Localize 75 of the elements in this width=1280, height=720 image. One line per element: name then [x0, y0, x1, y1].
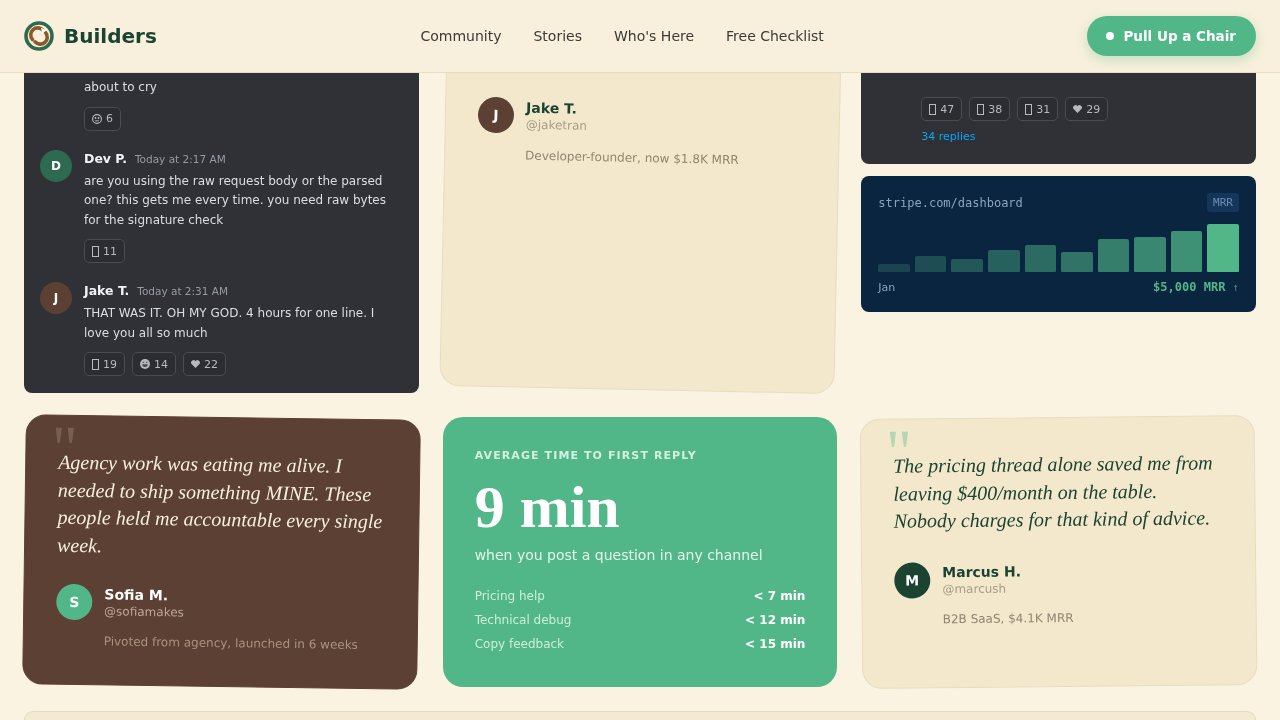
face-icon [92, 113, 102, 124]
stat-heading: AVERAGE TIME TO FIRST REPLY [474, 448, 697, 464]
message-time: Today at 2:31 AM [137, 284, 229, 299]
reaction-button[interactable]: 29 [1065, 97, 1109, 121]
stat-label: Copy feedback [474, 637, 565, 651]
quote-text: Agency work was eating me alive. I needed to ship something MINE. These people held me accountable every single week. [56, 449, 384, 558]
message-text: about to cry [84, 79, 157, 96]
rectangle-icon [977, 103, 985, 115]
stat-label: Technical debug [474, 613, 572, 627]
logo-icon [24, 21, 54, 51]
chart-bar [1170, 231, 1203, 272]
chart-bar [1097, 239, 1130, 272]
dot-icon [1106, 32, 1115, 40]
metric-badge: MRR [1207, 193, 1239, 212]
avatar: J [40, 282, 72, 314]
axis-label: Jan [878, 280, 896, 294]
nav-link[interactable]: Stories [533, 28, 582, 44]
message-text: THAT WAS IT. OH MY GOD. 4 hours for one line. I love you all so much [84, 305, 376, 342]
avatar: D [40, 149, 72, 182]
rectangle-icon [92, 358, 99, 370]
face-icon [140, 359, 150, 369]
author-bio: Pivoted from agency, launched in 6 weeks [103, 633, 359, 653]
nav-link[interactable]: Community [420, 28, 502, 44]
chart-bar [914, 256, 947, 272]
author-name: Jake T. [525, 98, 577, 118]
brand-name: Builders [64, 24, 157, 48]
trend-arrow: ↑ [1232, 280, 1239, 294]
quote-mark: " [51, 426, 78, 449]
reaction-button[interactable]: 47 [921, 97, 963, 121]
chart-bar [1207, 224, 1239, 272]
chart-bar [1061, 252, 1093, 272]
stat-value: < 7 min [753, 589, 806, 603]
stat-caption: when you post a question in any channel [474, 546, 763, 565]
nav-link[interactable]: Who's Here [614, 28, 695, 44]
author-bio: B2B SaaS, $4.1K MRR [942, 609, 1074, 627]
author-name: Jake T. [84, 282, 130, 300]
rectangle-icon [929, 103, 937, 115]
chart-bar [1134, 237, 1166, 272]
message-time: Today at 2:17 AM [134, 151, 226, 167]
author-name: Dev P. [84, 149, 127, 168]
reaction-button[interactable]: 22 [183, 352, 226, 376]
reaction-button[interactable]: 11 [84, 239, 125, 263]
message-text: are you using the raw request body or the parsed one? this gets me every time. you need raw bytes for the signature check [84, 172, 387, 229]
reaction-button[interactable]: 31 [1017, 97, 1059, 121]
stat-value: < 12 min [745, 613, 806, 627]
stat-label: Pricing help [474, 589, 545, 603]
chart-bar [988, 250, 1020, 272]
quote-mark: " [886, 430, 913, 453]
mrr-total: $5,000 MRR [1153, 280, 1226, 294]
chart-bar [951, 259, 983, 272]
avatar: M [894, 561, 931, 599]
reaction-button[interactable]: 38 [969, 97, 1011, 121]
author-name: Marcus H. [942, 561, 1022, 581]
chart-bar [1024, 245, 1057, 272]
avatar: S [56, 583, 93, 621]
stat-value: < 15 min [745, 637, 806, 651]
stat-number: 9 min [474, 474, 620, 540]
nav-link[interactable]: Free Checklist [726, 28, 824, 44]
heart-icon [1073, 105, 1083, 113]
avatar: J [477, 96, 514, 134]
rectangle-icon [92, 245, 99, 257]
author-name: Sofia M. [104, 585, 169, 605]
quote-text: The pricing thread alone saved me from leaving $400/month on the table. Nobody charges for that kind of advice. [893, 450, 1215, 534]
heart-icon [191, 360, 200, 368]
dashboard-url: stripe.com/dashboard [878, 195, 1023, 210]
author-handle: @marcush [942, 580, 1007, 597]
author-handle: @sofiamakes [104, 603, 184, 621]
replies-link[interactable]: 34 replies [921, 129, 976, 145]
author-bio: Developer-founder, now $1.8K MRR [524, 147, 739, 169]
reaction-button[interactable]: 14 [132, 352, 176, 376]
chart-bar [878, 264, 910, 272]
rectangle-icon [1025, 103, 1033, 115]
reaction-button[interactable]: 6 [84, 106, 121, 131]
reaction-button[interactable]: 19 [84, 352, 125, 376]
author-handle: @jaketran [525, 116, 587, 134]
